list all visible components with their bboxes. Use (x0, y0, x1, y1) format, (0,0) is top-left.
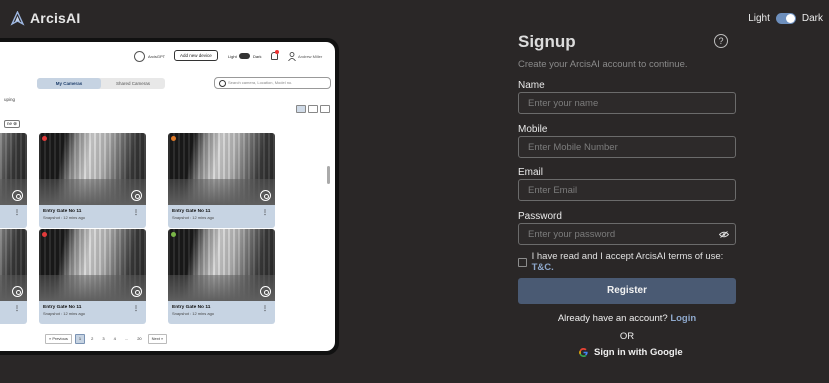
camera-title: Entry Gate No 11 (172, 305, 211, 310)
kebab-menu-icon: ⋮ (133, 210, 139, 216)
camera-card: Entry Gate No 11 Snapshot : 12 mins ago … (168, 133, 275, 228)
pagination-ellipsis: ... (124, 336, 129, 341)
status-dot (42, 136, 47, 141)
preview-topbar: ArcisGPT Add new device Light Dark Andre… (0, 50, 335, 64)
preview-search-input: Search camera, Location, Model no. (214, 77, 331, 89)
camera-title: Entry Gate No 11 (172, 209, 211, 214)
preview-view-switcher (296, 105, 330, 113)
camera-snapshot (0, 133, 27, 205)
kebab-menu-icon: ⋮ (133, 306, 139, 312)
play-icon (260, 286, 271, 297)
camera-snapshot (168, 229, 275, 301)
password-input[interactable] (518, 223, 736, 245)
pagination-next: Next » (147, 334, 168, 344)
device-mockup: ArcisGPT Add new device Light Dark Andre… (0, 38, 339, 355)
camera-card: ⋮ (0, 133, 27, 228)
theme-dark-label: Dark (801, 13, 823, 24)
camera-card: Entry Gate No 11 Snapshot : 12 mins ago … (168, 229, 275, 324)
status-dot (171, 136, 176, 141)
tile-view-icon (320, 105, 330, 113)
camera-snapshot (168, 133, 275, 205)
theme-switch[interactable] (775, 13, 796, 24)
email-label: Email (518, 167, 544, 178)
or-divider: OR (619, 331, 635, 342)
terms-text: I have read and I accept ArcisAI terms o… (531, 251, 724, 273)
email-input[interactable] (518, 179, 736, 201)
preview-scrollbar (327, 166, 330, 184)
camera-subtitle: Snapshot : 12 mins ago (172, 311, 215, 316)
kebab-menu-icon: ⋮ (262, 306, 268, 312)
login-link[interactable]: Login (670, 313, 696, 324)
pagination-page: 2 (91, 336, 94, 341)
camera-snapshot (0, 229, 27, 301)
status-dot (42, 232, 47, 237)
mobile-input[interactable] (518, 136, 736, 158)
preview-org-name: ArcisGPT (148, 54, 166, 59)
preview-dark-label: Dark (253, 54, 262, 59)
kebab-menu-icon: ⋮ (262, 210, 268, 216)
terms-link[interactable]: T&C. (532, 262, 554, 273)
app-logo: ArcisAI (10, 10, 80, 26)
register-button[interactable]: Register (518, 278, 736, 304)
name-label: Name (518, 80, 545, 91)
eye-off-icon[interactable] (719, 231, 729, 238)
preview-light-label: Light (228, 54, 237, 59)
list-view-icon (308, 105, 318, 113)
play-icon (260, 190, 271, 201)
preview-grouping-label: uping (4, 97, 16, 102)
kebab-menu-icon: ⋮ (14, 306, 20, 312)
status-dot (171, 232, 176, 237)
camera-card: Entry Gate No 11 Snapshot : 12 mins ago … (39, 229, 146, 324)
mobile-label: Mobile (518, 124, 548, 135)
preview-filter-chip: ne ⊗ (4, 120, 21, 128)
kebab-menu-icon: ⋮ (14, 210, 20, 216)
signup-title: Signup (518, 32, 576, 51)
password-label: Password (518, 211, 562, 222)
camera-subtitle: Snapshot : 12 mins ago (43, 215, 86, 220)
terms-checkbox[interactable] (518, 257, 527, 267)
preview-tab-shared-cameras: Shared Cameras (115, 81, 151, 86)
preview-add-device-button: Add new device (174, 50, 218, 61)
theme-light-label: Light (748, 13, 770, 24)
play-icon (131, 286, 142, 297)
camera-subtitle: Snapshot : 12 mins ago (43, 311, 86, 316)
grid-view-icon (296, 105, 306, 113)
org-avatar-icon (134, 51, 145, 62)
camera-snapshot (39, 133, 146, 205)
pagination-page: 1 (74, 334, 86, 344)
play-icon (12, 286, 23, 297)
google-signin-button[interactable]: Sign in with Google (579, 347, 683, 358)
user-icon (288, 52, 296, 61)
theme-toggle[interactable]: Light Dark (748, 13, 823, 24)
google-signin-label: Sign in with Google (594, 347, 683, 358)
camera-subtitle: Snapshot : 12 mins ago (172, 215, 215, 220)
terms-row: I have read and I accept ArcisAI terms o… (518, 251, 736, 273)
preview-theme-switch (239, 53, 250, 59)
camera-title: Entry Gate No 11 (43, 209, 82, 214)
pagination-page: 4 (113, 336, 116, 341)
preview-tabs: My Cameras Shared Cameras (37, 78, 165, 89)
pagination-previous: « Previous (45, 334, 72, 344)
camera-snapshot (39, 229, 146, 301)
have-account-text: Already have an account? Login (557, 313, 697, 324)
signup-subtitle: Create your ArcisAI account to continue. (518, 59, 688, 70)
play-icon (12, 190, 23, 201)
preview-pagination: « Previous 1 2 3 4 ... 20 Next » (45, 334, 168, 344)
preview-user-name: Andrew Miller (298, 54, 323, 59)
camera-card: Entry Gate No 11 Snapshot : 12 mins ago … (39, 133, 146, 228)
pagination-page: 20 (137, 336, 142, 341)
google-icon (579, 348, 588, 357)
preview-tab-my-cameras: My Cameras (37, 78, 101, 89)
app-name: ArcisAI (30, 10, 81, 26)
camera-title: Entry Gate No 11 (43, 305, 82, 310)
notification-dot (275, 50, 279, 54)
name-input[interactable] (518, 92, 736, 114)
preview-screen: ArcisGPT Add new device Light Dark Andre… (0, 42, 335, 351)
arcisai-logo-icon (10, 10, 25, 26)
play-icon (131, 190, 142, 201)
pagination-page: 3 (102, 336, 105, 341)
camera-card: ⋮ (0, 229, 27, 324)
help-icon[interactable]: ? (714, 34, 728, 48)
